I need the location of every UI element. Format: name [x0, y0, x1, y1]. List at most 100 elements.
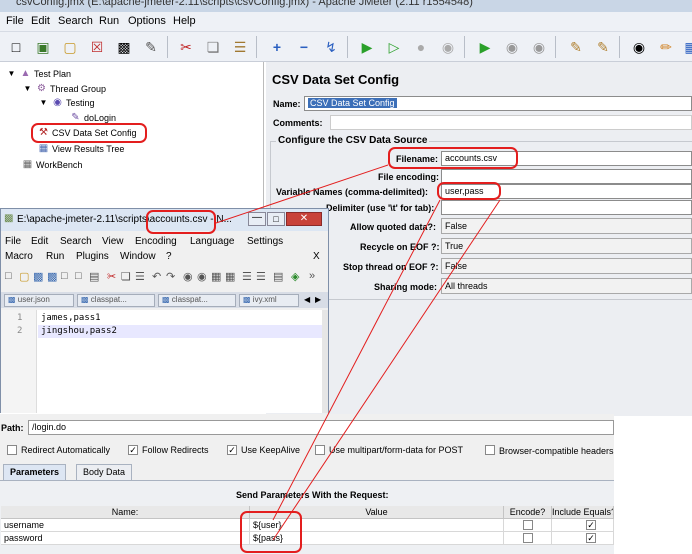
- np-tab[interactable]: ▩ classpat...: [158, 294, 236, 307]
- np-menu-help[interactable]: ?: [166, 251, 172, 262]
- param-name-cell[interactable]: username: [1, 519, 250, 532]
- collapse-handle-icon[interactable]: ▼: [22, 83, 33, 94]
- maximize-button[interactable]: □: [267, 212, 285, 226]
- np-close-icon[interactable]: □: [61, 270, 68, 282]
- include-equals-checkbox[interactable]: ✓: [586, 520, 596, 530]
- menu-help[interactable]: Help: [173, 15, 196, 27]
- remote-start-icon[interactable]: ▶: [474, 36, 496, 58]
- np-cut-icon[interactable]: ✂: [107, 270, 116, 283]
- encode-checkbox[interactable]: [523, 533, 533, 543]
- open-icon[interactable]: ▢: [59, 36, 81, 58]
- close-file-icon[interactable]: ☒: [86, 36, 108, 58]
- np-menu-search[interactable]: Search: [60, 236, 92, 247]
- checkbox-follow-redirects[interactable]: ✓: [128, 445, 138, 455]
- tab-scroll-left-icon[interactable]: ◀: [304, 295, 310, 304]
- minimize-button[interactable]: —: [248, 212, 266, 226]
- np-menu-plugins[interactable]: Plugins: [76, 251, 109, 262]
- np-menu-language[interactable]: Language: [190, 236, 235, 247]
- collapse-handle-icon[interactable]: ▼: [38, 97, 49, 108]
- menu-search[interactable]: Search: [58, 15, 93, 27]
- np-menu-file[interactable]: File: [5, 236, 21, 247]
- save-icon[interactable]: ▩: [113, 36, 135, 58]
- np-copy-icon[interactable]: ❏: [121, 270, 131, 283]
- column-header-name[interactable]: Name:: [1, 506, 250, 519]
- np-toolbar-overflow-icon[interactable]: »: [309, 270, 315, 282]
- tree-node-test-plan[interactable]: ▼ ▲ Test Plan: [6, 68, 72, 79]
- new-icon[interactable]: □: [5, 36, 27, 58]
- np-redo-icon[interactable]: ↷: [166, 270, 175, 283]
- np-menu-window[interactable]: Window: [120, 251, 156, 262]
- path-input[interactable]: /login.do: [28, 420, 614, 435]
- np-tab[interactable]: ▩ classpat...: [77, 294, 155, 307]
- tree-node-dologin[interactable]: ✎ doLogin: [70, 112, 116, 123]
- tab-parameters[interactable]: Parameters: [3, 464, 67, 480]
- np-save-all-icon[interactable]: ▩: [47, 270, 57, 283]
- np-menu-run[interactable]: Run: [46, 251, 64, 262]
- toggle-icon[interactable]: ↯: [320, 36, 342, 58]
- menu-run[interactable]: Run: [99, 15, 119, 27]
- checkbox-use-keepalive[interactable]: ✓: [227, 445, 237, 455]
- tab-scroll-right-icon[interactable]: ▶: [315, 295, 321, 304]
- column-header-encode[interactable]: Encode?: [504, 506, 552, 519]
- np-record-icon[interactable]: ◈: [291, 270, 299, 283]
- np-menu-view[interactable]: View: [102, 236, 124, 247]
- collapse-icon[interactable]: −: [293, 36, 315, 58]
- remote-shutdown-icon[interactable]: ◉: [528, 36, 550, 58]
- np-paste-icon[interactable]: ☰: [135, 270, 145, 283]
- paste-icon[interactable]: ☰: [229, 36, 251, 58]
- np-tab[interactable]: ▩ user.json: [4, 294, 74, 307]
- function-helper-icon[interactable]: ▦: [680, 36, 692, 58]
- column-header-include-equals[interactable]: Include Equals?: [552, 506, 614, 519]
- stop-thread-select[interactable]: False: [441, 258, 692, 274]
- save-as-icon[interactable]: ✎: [140, 36, 162, 58]
- checkbox-browser-compatible[interactable]: [485, 445, 495, 455]
- notepad-editor[interactable]: 1 james,pass1 2 jingshou,pass2: [1, 310, 322, 413]
- tree-node-view-results[interactable]: ▦ View Results Tree: [38, 143, 125, 154]
- np-find-icon[interactable]: ◉: [183, 270, 193, 283]
- start-icon[interactable]: ▶: [356, 36, 378, 58]
- tree-node-thread-group[interactable]: ▼ ⚙ Thread Group: [22, 83, 107, 94]
- close-button[interactable]: ✕: [286, 212, 322, 226]
- tab-body-data[interactable]: Body Data: [76, 464, 133, 480]
- menu-file[interactable]: File: [6, 15, 24, 27]
- clear-all-icon[interactable]: ✎: [592, 36, 614, 58]
- shutdown-icon[interactable]: ◉: [437, 36, 459, 58]
- start-no-pause-icon[interactable]: ▷: [383, 36, 405, 58]
- np-sync-icon[interactable]: ☰: [242, 270, 252, 283]
- copy-icon[interactable]: ❏: [202, 36, 224, 58]
- np-undo-icon[interactable]: ↶: [152, 270, 161, 283]
- np-close-all-icon[interactable]: □: [75, 270, 82, 282]
- np-save-icon[interactable]: ▩: [33, 270, 43, 283]
- checkbox-multipart-post[interactable]: [315, 445, 325, 455]
- np-zoom-in-icon[interactable]: ▦: [211, 270, 221, 283]
- np-indent-icon[interactable]: ▤: [273, 270, 283, 283]
- name-input[interactable]: CSV Data Set Config: [304, 96, 692, 111]
- np-tab[interactable]: ▩ ivy.xml: [239, 294, 299, 307]
- np-menu-edit[interactable]: Edit: [31, 236, 48, 247]
- tree-node-testing[interactable]: ▼ ◉ Testing: [38, 97, 95, 108]
- np-new-icon[interactable]: □: [5, 270, 12, 282]
- sharing-mode-select[interactable]: All threads: [441, 278, 692, 294]
- collapse-handle-icon[interactable]: ▼: [6, 68, 17, 79]
- encode-checkbox[interactable]: [523, 520, 533, 530]
- checkbox-redirect-automatically[interactable]: [7, 445, 17, 455]
- include-equals-checkbox[interactable]: ✓: [586, 533, 596, 543]
- clear-icon[interactable]: ✎: [565, 36, 587, 58]
- reset-search-icon[interactable]: ✏: [655, 36, 677, 58]
- np-wrap-icon[interactable]: ☰: [256, 270, 266, 283]
- allow-quoted-select[interactable]: False: [441, 218, 692, 234]
- np-menu-settings[interactable]: Settings: [247, 236, 283, 247]
- menu-options[interactable]: Options: [128, 15, 166, 27]
- np-menu-close-doc[interactable]: X: [313, 251, 320, 262]
- menu-edit[interactable]: Edit: [31, 15, 50, 27]
- delimiter-input[interactable]: [441, 200, 692, 215]
- comments-input[interactable]: [330, 115, 692, 130]
- recycle-select[interactable]: True: [441, 238, 692, 254]
- np-replace-icon[interactable]: ◉: [197, 270, 207, 283]
- param-name-cell[interactable]: password: [1, 532, 250, 545]
- stop-icon[interactable]: ●: [410, 36, 432, 58]
- remote-stop-icon[interactable]: ◉: [501, 36, 523, 58]
- expand-icon[interactable]: +: [266, 36, 288, 58]
- tree-node-workbench[interactable]: ▦ WorkBench: [22, 159, 83, 170]
- np-print-icon[interactable]: ▤: [89, 270, 99, 283]
